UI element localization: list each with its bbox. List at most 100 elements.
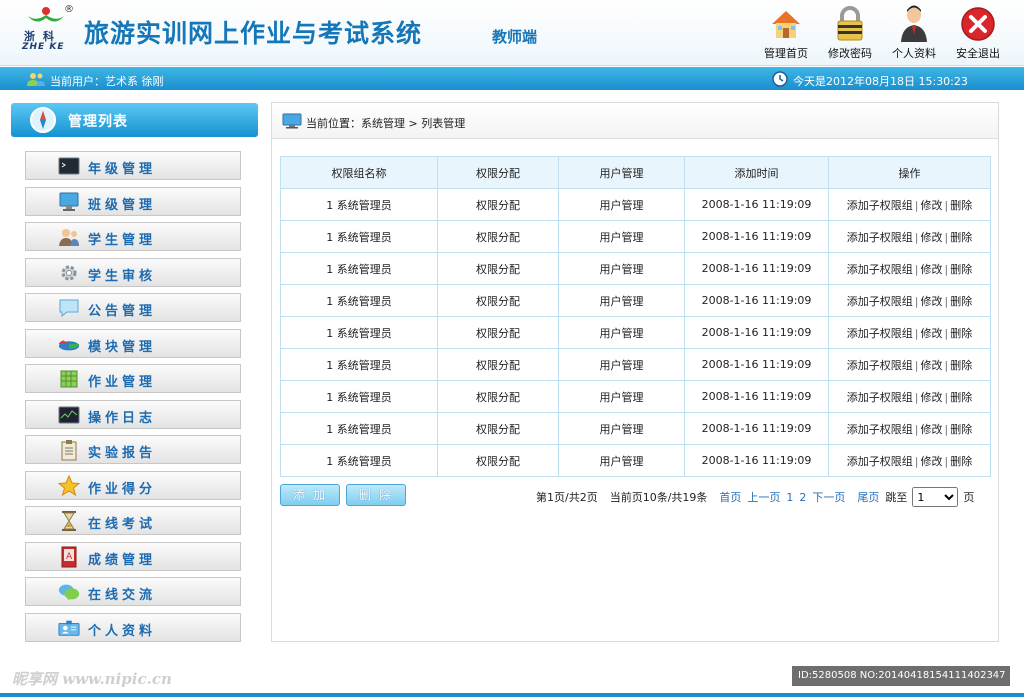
edit-link[interactable]: 修改 [921,231,943,244]
nav-exit-button[interactable]: 安全退出 [946,4,1010,64]
cell-user-management-link[interactable]: 用户管理 [558,316,685,349]
delete-link[interactable]: 删除 [950,391,972,404]
sidebar-item-student-review[interactable]: 学生审核 [25,258,241,287]
add-child-group-link[interactable]: 添加子权限组 [847,231,913,244]
sidebar-item-label: 学生审核 [88,269,157,284]
sidebar-item-student[interactable]: 学生管理 [25,222,241,251]
terminal-icon [58,156,80,176]
sidebar-item-grade[interactable]: 年级管理 [25,151,241,180]
delete-button[interactable]: 删除 [346,484,406,506]
sidebar-item-personal-info[interactable]: 个人资料 [25,613,241,642]
sidebar-item-label: 实验报告 [88,446,157,461]
sidebar-item-lab-report[interactable]: 实验报告 [25,435,241,464]
edit-link[interactable]: 修改 [921,423,943,436]
edit-link[interactable]: 修改 [921,391,943,404]
cell-user-management-link[interactable]: 用户管理 [558,348,685,381]
logo: ® 浙科 ZHE KE [20,4,76,54]
cell-permission-link[interactable]: 权限分配 [437,188,559,221]
lock-icon [831,4,869,44]
cell-permission-link[interactable]: 权限分配 [437,220,559,253]
star-icon [58,475,80,497]
sidebar-item-label: 作业得分 [88,482,157,497]
edit-link[interactable]: 修改 [921,295,943,308]
main-panel: 当前位置：系统管理 > 列表管理 权限组名称 权限分配 用户管理 添加时间 操作… [271,102,999,642]
cell-permission-link[interactable]: 权限分配 [437,284,559,317]
cell-user-management-link[interactable]: 用户管理 [558,380,685,413]
action-separator: | [944,198,949,212]
cell-add-time: 2008-1-16 11:19:09 [684,380,829,413]
col-header-user-management: 用户管理 [558,156,685,189]
page-1-link[interactable]: 1 [786,491,793,504]
cell-permission-link[interactable]: 权限分配 [437,348,559,381]
edit-link[interactable]: 修改 [921,199,943,212]
action-separator: | [914,230,919,244]
cell-user-management-link[interactable]: 用户管理 [558,252,685,285]
spreadsheet-icon [58,369,80,389]
cell-permission-link[interactable]: 权限分配 [437,412,559,445]
sidebar-item-score-management[interactable]: A 成绩管理 [25,542,241,571]
page-2-link[interactable]: 2 [799,491,806,504]
add-child-group-link[interactable]: 添加子权限组 [847,455,913,468]
delete-link[interactable]: 删除 [950,263,972,276]
logo-en-text: ZHE KE [22,42,65,52]
book-icon: A [58,546,80,568]
action-separator: | [944,262,949,276]
add-child-group-link[interactable]: 添加子权限组 [847,391,913,404]
cell-user-management-link[interactable]: 用户管理 [558,188,685,221]
page-select[interactable]: 1 [912,487,959,507]
first-page-link[interactable]: 首页 [719,489,741,505]
sidebar-item-class[interactable]: 班级管理 [25,187,241,216]
delete-link[interactable]: 删除 [950,423,972,436]
add-child-group-link[interactable]: 添加子权限组 [847,263,913,276]
add-child-group-link[interactable]: 添加子权限组 [847,199,913,212]
sidebar-item-homework[interactable]: 作业管理 [25,364,241,393]
cell-user-management-link[interactable]: 用户管理 [558,444,685,477]
add-button[interactable]: 添加 [280,484,340,506]
sidebar-item-operation-log[interactable]: 操作日志 [25,400,241,429]
cell-permission-link[interactable]: 权限分配 [437,316,559,349]
cell-group-name: 1 系统管理员 [280,316,438,349]
sidebar-item-homework-score[interactable]: 作业得分 [25,471,241,500]
cell-operations: 添加子权限组 | 修改 | 删除 [828,252,991,285]
edit-link[interactable]: 修改 [921,359,943,372]
nav-change-password-label: 修改密码 [828,47,872,60]
cell-permission-link[interactable]: 权限分配 [437,444,559,477]
edit-link[interactable]: 修改 [921,455,943,468]
cell-user-management-link[interactable]: 用户管理 [558,220,685,253]
delete-link[interactable]: 删除 [950,455,972,468]
action-separator: | [914,326,919,340]
cell-operations: 添加子权限组 | 修改 | 删除 [828,380,991,413]
users-icon [58,227,80,247]
cell-permission-link[interactable]: 权限分配 [437,380,559,413]
prev-page-link[interactable]: 上一页 [747,489,780,505]
action-separator: | [914,390,919,404]
cell-operations: 添加子权限组 | 修改 | 删除 [828,284,991,317]
edit-link[interactable]: 修改 [921,263,943,276]
delete-link[interactable]: 删除 [950,199,972,212]
delete-link[interactable]: 删除 [950,231,972,244]
sidebar-item-notice[interactable]: 公告管理 [25,293,241,322]
cell-user-management-link[interactable]: 用户管理 [558,284,685,317]
col-header-add-time: 添加时间 [684,156,829,189]
nav-change-password-button[interactable]: 修改密码 [818,4,882,64]
last-page-link[interactable]: 尾页 [857,489,879,505]
sidebar-item-module[interactable]: 模块管理 [25,329,241,358]
nav-profile-button[interactable]: 个人资料 [882,4,946,64]
add-child-group-link[interactable]: 添加子权限组 [847,327,913,340]
cell-user-management-link[interactable]: 用户管理 [558,412,685,445]
delete-link[interactable]: 删除 [950,295,972,308]
cell-permission-link[interactable]: 权限分配 [437,252,559,285]
delete-link[interactable]: 删除 [950,327,972,340]
action-separator: | [914,198,919,212]
sidebar-item-online-chat[interactable]: 在线交流 [25,577,241,606]
add-child-group-link[interactable]: 添加子权限组 [847,295,913,308]
sidebar-item-online-exam[interactable]: 在线考试 [25,506,241,535]
edit-link[interactable]: 修改 [921,327,943,340]
delete-link[interactable]: 删除 [950,359,972,372]
next-page-link[interactable]: 下一页 [812,489,845,505]
sidebar-item-label: 公告管理 [88,304,157,319]
action-separator: | [914,358,919,372]
add-child-group-link[interactable]: 添加子权限组 [847,423,913,436]
nav-home-button[interactable]: 管理首页 [754,4,818,64]
add-child-group-link[interactable]: 添加子权限组 [847,359,913,372]
